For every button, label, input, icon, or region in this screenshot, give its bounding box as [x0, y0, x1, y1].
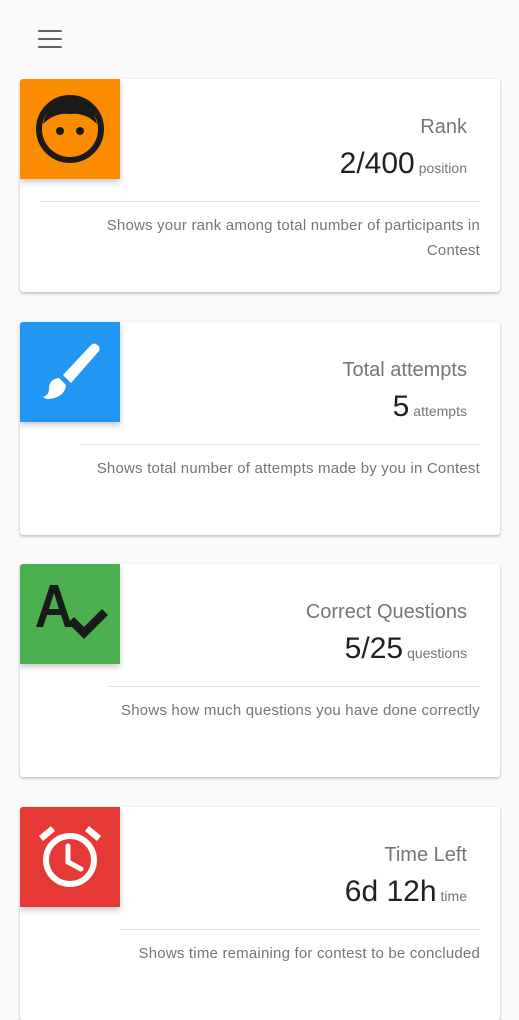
- card-title: Total attempts: [342, 359, 467, 381]
- card-title: Rank: [420, 116, 467, 138]
- card-unit: questions: [407, 645, 467, 661]
- card-value: 5: [392, 390, 410, 423]
- card-divider: [80, 444, 480, 445]
- rank-card: Rank 2/400 position Shows your rank among…: [20, 79, 500, 292]
- correct-questions-card: Correct Questions 5/25 questions Shows ho…: [20, 564, 500, 777]
- card-description: Shows total number of attempts made by y…: [96, 460, 480, 477]
- card-value-line: 2/400 position: [340, 147, 467, 181]
- brush-icon: [20, 322, 120, 422]
- card-title: Correct Questions: [305, 601, 467, 623]
- card-divider: [108, 686, 480, 687]
- card-unit: attempts: [413, 403, 467, 419]
- top-app-bar: [0, 0, 519, 78]
- card-divider: [120, 929, 480, 930]
- card-value: 2/400: [339, 147, 415, 180]
- card-value-line: 6d 12h time: [345, 875, 467, 909]
- hamburger-menu-icon[interactable]: [38, 30, 62, 48]
- child-face-icon: [20, 79, 120, 179]
- card-description: Shows your rank among total number of pa…: [106, 217, 480, 259]
- card-value-line: 5 attempts: [393, 390, 467, 424]
- spellcheck-icon: [20, 564, 120, 664]
- card-value-line: 5/25 questions: [345, 632, 467, 666]
- card-unit: position: [418, 160, 467, 176]
- card-value: 6d 12h: [344, 875, 437, 908]
- card-value: 5/25: [344, 632, 404, 665]
- attempts-card: Total attempts 5 attempts Shows total num…: [20, 322, 500, 535]
- card-divider: [40, 201, 480, 202]
- card-unit: time: [440, 888, 467, 904]
- card-description: Shows how much questions you have done c…: [121, 702, 480, 719]
- card-title: Time Left: [384, 844, 467, 866]
- alarm-icon: [20, 807, 120, 907]
- time-left-card: Time Left 6d 12h time Shows time remainin…: [20, 807, 500, 1020]
- card-description: Shows time remaining for contest to be c…: [138, 945, 480, 962]
